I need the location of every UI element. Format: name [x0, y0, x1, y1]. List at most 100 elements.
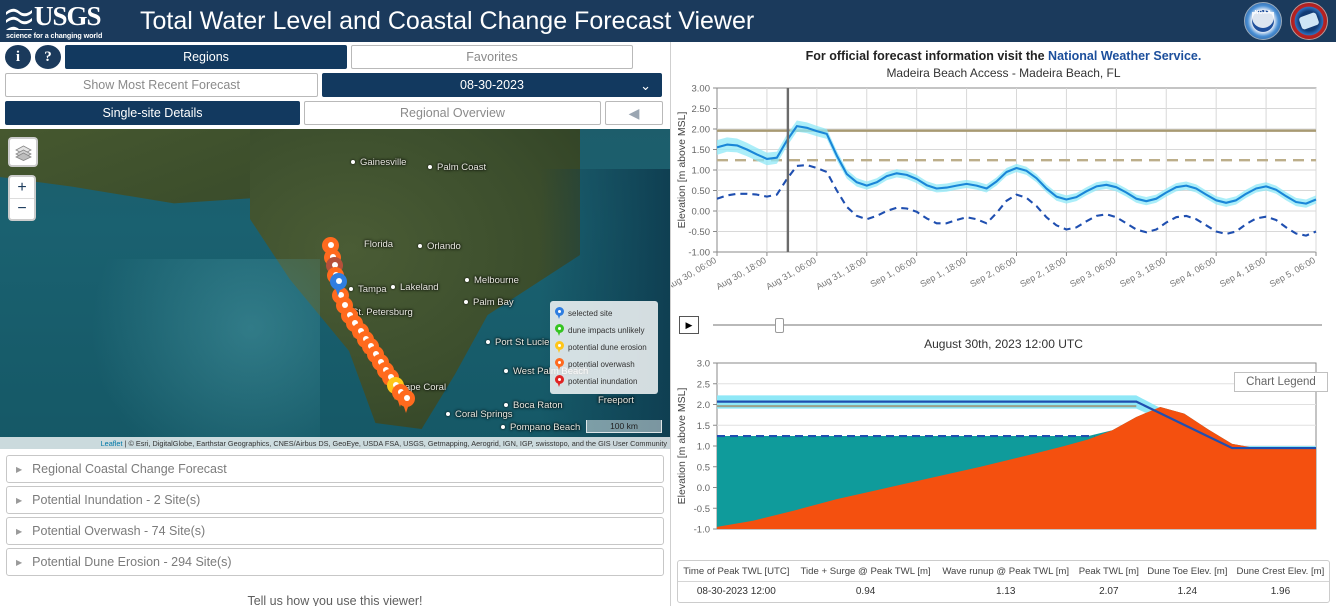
- y-axis-label: Elevation [m above MSL]: [676, 112, 688, 229]
- map-legend-row: potential overwash: [555, 356, 653, 373]
- slider-thumb[interactable]: [775, 318, 784, 333]
- table-row: 08-30-2023 12:00 0.94 1.13 2.07 1.24 1.96: [678, 582, 1329, 603]
- left-panel: i ? Regions Favorites Show Most Recent F…: [0, 42, 670, 606]
- legend-pin-icon: [555, 375, 564, 388]
- x-tick-label: Sep 2, 18:00: [1018, 255, 1067, 289]
- x-tick-label: Sep 4, 06:00: [1168, 255, 1217, 289]
- timeseries-chart: 3.00 2.50 2.00 1.50 1.00 0.50 0.00 -0.50 -1.00 Au…: [664, 80, 1336, 312]
- tab-regions[interactable]: Regions: [65, 45, 347, 69]
- layers-icon[interactable]: [8, 137, 38, 167]
- table-cell: 08-30-2023 12:00: [696, 586, 776, 597]
- map-city-label: Pompano Beach: [500, 422, 581, 433]
- zoom-out-button[interactable]: −: [10, 198, 34, 219]
- y-tick-label: 1.00: [692, 166, 711, 177]
- control-row-2: Show Most Recent Forecast 08-30-2023 ⌄: [5, 73, 665, 97]
- help-icon[interactable]: ?: [35, 45, 61, 69]
- tab-single-site-details[interactable]: Single-site Details: [5, 101, 300, 125]
- x-tick-label: Sep 5, 06:00: [1268, 255, 1317, 289]
- y-tick-label: -1.00: [688, 248, 710, 259]
- feedback-link[interactable]: Tell us how you use this viewer!: [6, 594, 664, 606]
- x-tick-label: Sep 3, 06:00: [1068, 255, 1117, 289]
- forecast-date-dropdown[interactable]: 08-30-2023 ⌄: [322, 73, 662, 97]
- map-city-label: Florida: [364, 239, 394, 250]
- table-body: 08-30-2023 12:00 0.94 1.13 2.07 1.24 1.96: [678, 582, 1329, 603]
- tab-regional-overview[interactable]: Regional Overview: [304, 101, 601, 125]
- slider-track: [713, 324, 1322, 326]
- y-tick-label: 1.50: [692, 145, 711, 156]
- timeseries-svg: 3.002.502.001.501.000.500.00-0.50-1.00Au…: [664, 84, 1317, 292]
- note-prefix: For official forecast information visit …: [805, 49, 1049, 63]
- usgs-wave-icon: [6, 5, 32, 30]
- x-tick-label: Sep 1, 06:00: [868, 255, 917, 289]
- info-icon[interactable]: i: [5, 45, 31, 69]
- y-tick-label: 0.0: [697, 483, 710, 494]
- legend-label: potential overwash: [568, 360, 635, 369]
- accordion-item-0[interactable]: ▶ Regional Coastal Change Forecast: [6, 455, 664, 483]
- summary-table: Time of Peak TWL [UTC] Tide + Surge @ Pea…: [678, 561, 1329, 602]
- forecast-date-value: 08-30-2023: [460, 78, 524, 92]
- accordion-item-1[interactable]: ▶ Potential Inundation - 2 Site(s): [6, 486, 664, 514]
- control-row-1: i ? Regions Favorites: [5, 45, 665, 69]
- zoom-in-button[interactable]: +: [10, 177, 34, 198]
- leaflet-link[interactable]: Leaflet: [101, 439, 123, 448]
- table-column-header: Tide + Surge @ Peak TWL [m]: [794, 561, 937, 582]
- map-legend: selected site dune impacts unlikely potent…: [550, 301, 658, 394]
- control-panel: i ? Regions Favorites Show Most Recent F…: [0, 42, 670, 125]
- map-city-label: Melbourne: [465, 275, 519, 286]
- map-marker[interactable]: [398, 390, 415, 415]
- accordion-item-2[interactable]: ▶ Potential Overwash - 74 Site(s): [6, 517, 664, 545]
- tab-favorites[interactable]: Favorites: [351, 45, 633, 69]
- map-container[interactable]: Gainesville Palm Coast Florida Orlando Tampa…: [0, 129, 670, 449]
- x-tick-label: Aug 30, 06:00: [671, 255, 718, 292]
- layers-glyph: [14, 145, 32, 161]
- map-city-label: Gainesville: [350, 157, 407, 168]
- map-city-label: Port St Lucie: [485, 337, 550, 348]
- y-tick-label: 0.50: [692, 186, 711, 197]
- chevron-right-icon: ▶: [16, 557, 23, 567]
- profile-timestamp: August 30th, 2023 12:00 UTC: [924, 337, 1083, 351]
- map-legend-row: potential dune erosion: [555, 339, 653, 356]
- accordion-item-3[interactable]: ▶ Potential Dune Erosion - 294 Site(s): [6, 548, 664, 576]
- map-zoom-controls[interactable]: + −: [8, 175, 36, 221]
- x-tick-label: Aug 31, 06:00: [764, 255, 818, 292]
- y-tick-label: 1.5: [697, 421, 710, 432]
- table-column-header: Wave runup @ Peak TWL [m]: [936, 561, 1075, 582]
- x-tick-label: Sep 4, 18:00: [1218, 255, 1267, 289]
- accordion-item-label: Potential Dune Erosion - 294 Site(s): [32, 555, 232, 569]
- map-city-label: Tampa: [349, 284, 387, 295]
- x-tick-label: Sep 1, 18:00: [918, 255, 967, 289]
- usgs-wordmark: USGS: [34, 0, 102, 31]
- body-row: i ? Regions Favorites Show Most Recent F…: [0, 42, 1336, 606]
- legend-label: potential inundation: [568, 377, 638, 386]
- table-cell: 1.24: [1177, 586, 1198, 597]
- legend-pin-icon: [555, 324, 564, 337]
- map-legend-row: dune impacts unlikely: [555, 322, 653, 339]
- map-city-label: Palm Bay: [464, 297, 514, 308]
- show-most-recent-forecast-button[interactable]: Show Most Recent Forecast: [5, 73, 318, 97]
- map-city-label: Freeport: [598, 395, 634, 406]
- x-tick-label: Sep 3, 18:00: [1118, 255, 1167, 289]
- map-city-label: Orlando: [418, 241, 461, 252]
- control-row-3: Single-site Details Regional Overview ◀: [5, 101, 665, 125]
- app-header: USGS science for a changing world Total …: [0, 0, 1336, 42]
- map-city-label: Lakeland: [391, 282, 439, 293]
- page-title: Total Water Level and Coastal Change For…: [140, 6, 755, 35]
- app-root: USGS science for a changing world Total …: [0, 0, 1336, 606]
- map-city-label: Coral Springs: [446, 409, 513, 420]
- nws-link[interactable]: National Weather Service.: [1048, 49, 1201, 63]
- x-tick-label: Aug 31, 18:00: [814, 255, 868, 292]
- map-scale-bar: 100 km: [586, 420, 662, 433]
- site-title: Madeira Beach Access - Madeira Beach, FL: [886, 66, 1121, 80]
- map-marker-selected[interactable]: [330, 273, 347, 298]
- time-slider[interactable]: [707, 316, 1328, 334]
- profile-y-axis-label: Elevation [m above MSL]: [676, 388, 688, 505]
- chevron-down-icon: ⌄: [640, 78, 651, 93]
- chart-legend-button[interactable]: Chart Legend: [1234, 372, 1328, 392]
- table-column-header: Dune Crest Elev. [m]: [1231, 561, 1329, 582]
- y-tick-label: 3.0: [697, 359, 710, 370]
- noaa-logo: NOAA: [1244, 2, 1282, 40]
- map-city-label: Boca Raton: [504, 400, 563, 411]
- legend-label: potential dune erosion: [568, 343, 647, 352]
- play-button[interactable]: ▶: [679, 316, 699, 334]
- collapse-arrow-icon[interactable]: ◀: [605, 101, 663, 125]
